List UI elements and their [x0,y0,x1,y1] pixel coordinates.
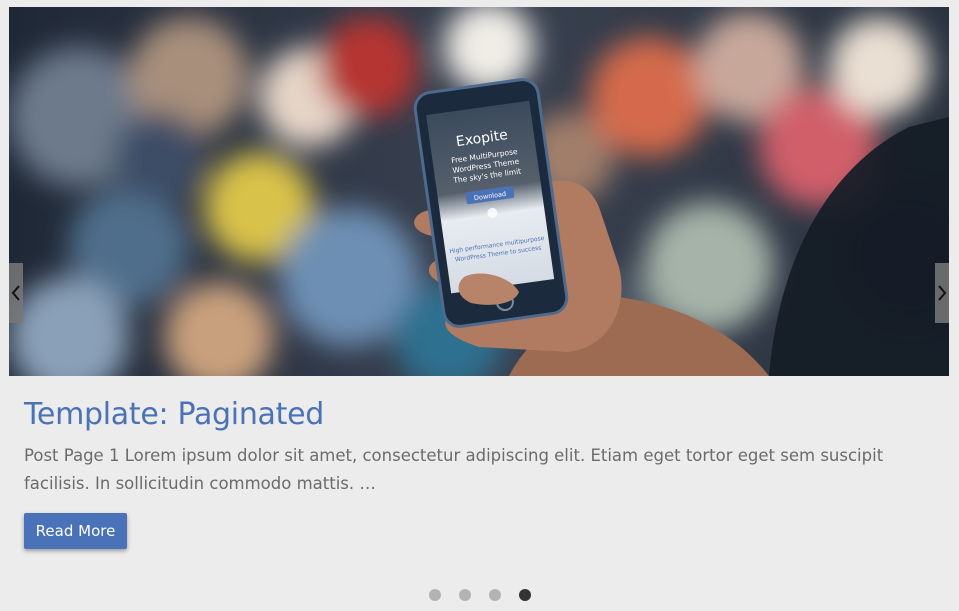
slide-excerpt: Post Page 1 Lorem ipsum dolor sit amet, … [24,446,884,493]
slide-title[interactable]: Template: Paginated [24,392,934,438]
chevron-right-icon [938,285,947,301]
post-slider: Exopite Free MultiPurpose WordPress Them… [0,0,959,611]
chevron-left-icon [11,285,20,301]
pagination-dot-2[interactable] [458,589,471,601]
read-more-button[interactable]: Read More [24,513,127,549]
pagination-dot-1[interactable] [428,589,441,601]
pagination-dot-4[interactable] [518,589,531,601]
slide-featured-image[interactable]: Exopite Free MultiPurpose WordPress Them… [9,7,949,376]
phone-in-hand-photo: Exopite Free MultiPurpose WordPress Them… [9,7,949,376]
slide-caption: Template: Paginated Post Page 1 Lorem ip… [24,392,934,498]
pagination-dot-3[interactable] [488,589,501,601]
slider-prev-button[interactable] [9,263,23,323]
slider-next-button[interactable] [935,263,949,323]
slider-pagination [0,589,959,603]
